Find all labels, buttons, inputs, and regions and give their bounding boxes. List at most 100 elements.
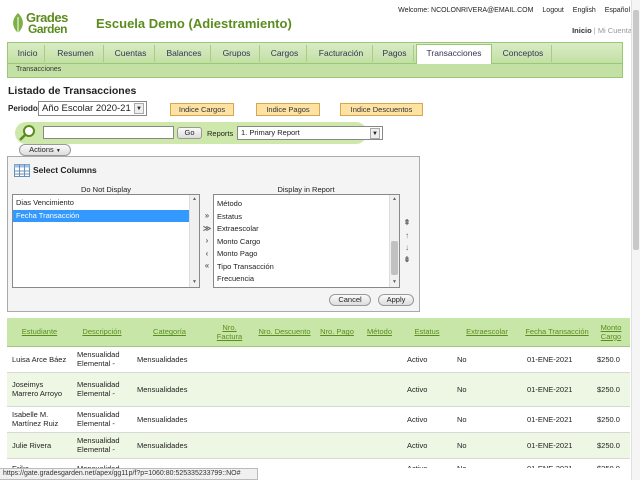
display-in-report-heading: Display in Report [277, 185, 335, 194]
move-up-icon[interactable]: ↑ [401, 231, 413, 241]
scroll-down-icon[interactable]: ▼ [190, 278, 199, 287]
report-value: 1. Primary Report [241, 128, 300, 137]
tab-cargos[interactable]: Cargos [263, 45, 307, 62]
apply-button[interactable]: Apply [378, 294, 414, 306]
column-header[interactable]: Fecha Transacción [522, 318, 592, 347]
move-down-icon[interactable]: ↓ [401, 243, 413, 253]
move-bottom-icon[interactable]: ⇟ [401, 255, 413, 265]
table-row[interactable]: Julie Rivera Mensualidad Elemental - Mensu… [7, 432, 630, 459]
period-select[interactable]: Año Escolar 2020-21 ▼ [38, 101, 147, 116]
move-left-icon[interactable]: ‹ [201, 249, 213, 259]
table-row[interactable]: Joseimys Marrero Arroyo Mensualidad Eleme… [7, 372, 630, 407]
tab-facturacion[interactable]: Facturación [310, 45, 373, 62]
subtab-transacciones[interactable]: Transacciones [16, 66, 61, 73]
table-cell: Mensualidades [132, 346, 207, 373]
list-item[interactable]: Tipo Transacción [214, 261, 399, 274]
move-all-right-icon[interactable]: » [201, 211, 213, 221]
scroll-up-icon[interactable]: ▲ [190, 195, 199, 204]
table-cell: No [452, 432, 522, 459]
page-scrollbar[interactable] [631, 0, 640, 480]
period-label: Periodo [8, 104, 38, 113]
move-all-right-alt-icon[interactable]: ≫ [201, 224, 213, 234]
table-row[interactable]: Isabelle M. Martínez Ruiz Mensualidad Ele… [7, 406, 630, 433]
table-cell: Mensualidades [132, 406, 207, 433]
espanol-link[interactable]: Español [605, 7, 630, 14]
period-value: Año Escolar 2020-21 [42, 103, 131, 114]
tab-cuentas[interactable]: Cuentas [107, 45, 155, 62]
move-all-left-icon[interactable]: « [201, 261, 213, 271]
column-header[interactable]: Nro. Pago [317, 318, 357, 347]
move-right-icon[interactable]: › [201, 236, 213, 246]
tab-inicio[interactable]: Inicio [11, 45, 45, 62]
list-scrollbar[interactable]: ▲ ▼ [189, 195, 199, 287]
scroll-up-icon[interactable]: ▲ [390, 195, 399, 204]
display-in-report-list[interactable]: Método Estatus Extraescolar Monto Cargo … [213, 194, 400, 288]
table-cell [317, 458, 357, 468]
indice-pagos-button[interactable]: Indice Pagos [256, 103, 320, 116]
table-cell: Mensualidades [132, 372, 207, 407]
welcome-text: Welcome: NCOLONRIVERA@EMAIL.COM [398, 7, 534, 14]
scroll-down-icon[interactable]: ▼ [390, 278, 399, 287]
tab-grupos[interactable]: Grupos [214, 45, 260, 62]
main-tab-bar: Inicio Resumen Cuentas Balances Grupos C… [7, 42, 623, 65]
table-cell [252, 432, 317, 459]
list-item[interactable]: Monto Pago [214, 248, 399, 261]
table-cell: $250.0 [592, 372, 630, 407]
table-cell [207, 432, 252, 459]
column-header[interactable]: Nro. Factura [207, 318, 252, 347]
tab-transacciones[interactable]: Transacciones [416, 44, 492, 65]
move-top-icon[interactable]: ⇞ [401, 218, 413, 228]
table-cell: $250.0 [592, 458, 630, 468]
table-cell: Activo [402, 406, 452, 433]
reports-label: Reports [207, 129, 234, 138]
column-header[interactable]: Método [357, 318, 402, 347]
report-select[interactable]: 1. Primary Report ▼ [237, 126, 383, 140]
column-header[interactable]: Nro. Descuento [252, 318, 317, 347]
table-cell: Activo [402, 372, 452, 407]
search-input[interactable] [43, 126, 174, 139]
column-header[interactable]: Estudiante [7, 318, 72, 347]
table-cell: $250.0 [592, 406, 630, 433]
tab-pagos[interactable]: Pagos [376, 45, 414, 62]
status-url: https://gate.gradesgarden.net/apex/gg11p… [0, 468, 258, 480]
list-item[interactable]: Monto Cargo [214, 236, 399, 249]
scroll-thumb[interactable] [633, 10, 639, 250]
columns-grid-icon [14, 164, 30, 177]
table-header-row: Estudiante Descripción Categoría Nro. Fa… [7, 318, 630, 347]
column-header[interactable]: Estatus [402, 318, 452, 347]
list-item[interactable]: Extraescolar [214, 223, 399, 236]
go-button[interactable]: Go [177, 127, 202, 139]
table-cell [317, 372, 357, 407]
table-row[interactable]: Erika Mensualidad Activo No 01-ENE-2021 $250.… [7, 458, 630, 468]
table-row[interactable]: Luisa Arce Báez Mensualidad Elemental - Me… [7, 346, 630, 373]
table-cell [252, 458, 317, 468]
mi-cuenta-link[interactable]: Mi Cuenta [598, 26, 632, 35]
list-item[interactable]: Fecha Transacción [13, 209, 199, 222]
column-header[interactable]: Categoría [132, 318, 207, 347]
logout-link[interactable]: Logout [542, 7, 563, 14]
table-cell: 01-ENE-2021 [522, 432, 592, 459]
cancel-button[interactable]: Cancel [329, 294, 371, 306]
column-header[interactable]: Extraescolar [452, 318, 522, 347]
list-item[interactable]: Método [214, 198, 399, 211]
scroll-thumb[interactable] [391, 241, 398, 275]
english-link[interactable]: English [573, 7, 596, 14]
list-scrollbar[interactable]: ▲ ▼ [389, 195, 399, 287]
transactions-table: Estudiante Descripción Categoría Nro. Fa… [7, 318, 630, 468]
list-item[interactable]: Estatus [214, 211, 399, 224]
tab-balances[interactable]: Balances [158, 45, 211, 62]
indice-cargos-button[interactable]: Indice Cargos [170, 103, 234, 116]
column-header[interactable]: Monto Cargo [592, 318, 630, 347]
grades-garden-logo[interactable]: Grades Garden [10, 10, 84, 36]
tab-conceptos[interactable]: Conceptos [495, 45, 552, 62]
do-not-display-heading: Do Not Display [80, 185, 132, 194]
column-header[interactable]: Descripción [72, 318, 132, 347]
indice-descuentos-button[interactable]: Indice Descuentos [340, 103, 423, 116]
inicio-link[interactable]: Inicio [572, 26, 592, 35]
do-not-display-list[interactable]: Dias Vencimiento Fecha Transacción ▲ ▼ [12, 194, 200, 288]
list-item[interactable]: Dias Vencimiento [13, 197, 199, 210]
actions-button[interactable]: Actions ▼ [19, 144, 71, 156]
list-item[interactable]: Frecuencia [214, 273, 399, 286]
table-cell: Activo [402, 458, 452, 468]
tab-resumen[interactable]: Resumen [48, 45, 104, 62]
